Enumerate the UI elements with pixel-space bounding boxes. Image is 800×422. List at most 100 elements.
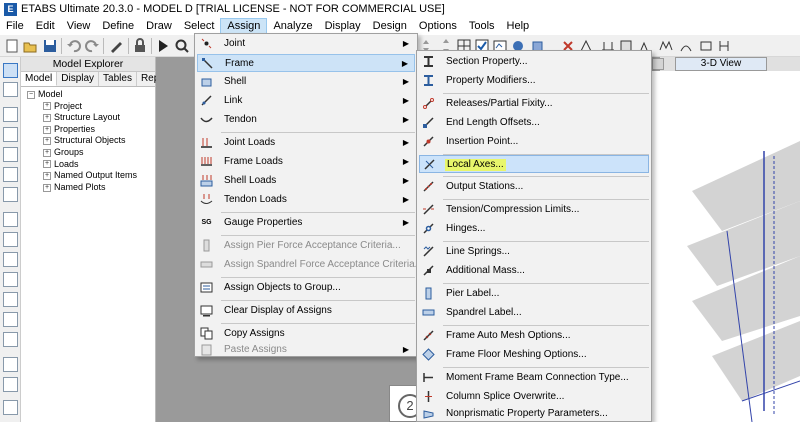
draw-brace-tool-icon[interactable] [3,167,18,182]
menu-file[interactable]: File [0,18,30,35]
menu-item-copy-assigns[interactable]: Copy Assigns [197,325,415,343]
tree-item-structural-objects[interactable]: + Structural Objects [27,135,155,147]
reshape-tool-icon[interactable] [3,82,18,97]
expand-icon[interactable]: + [43,137,51,146]
menu-item-additional-mass[interactable]: Additional Mass... [419,262,649,280]
draw-area-tool-icon[interactable] [3,252,18,267]
zoom-icon[interactable] [174,38,190,54]
menu-item-tendon[interactable]: Tendon ▶ [197,111,415,129]
view-3d-window[interactable] [652,71,800,422]
deformed-shape-icon[interactable] [678,38,694,54]
tab-3d-view[interactable]: 3-D View [675,57,767,71]
tab-model[interactable]: Model [21,72,58,86]
submenu-arrow-icon: ▶ [402,345,409,354]
menu-item-paste-assigns[interactable]: Paste Assigns ▶ [197,344,415,356]
pencil-icon[interactable] [108,38,124,54]
menu-options[interactable]: Options [413,18,463,35]
menu-item-frame-auto-mesh[interactable]: Frame Auto Mesh Options... [419,327,649,345]
menu-item-tendon-loads[interactable]: Tendon Loads ▶ [197,191,415,209]
menu-item-joint-loads[interactable]: Joint Loads ▶ [197,134,415,152]
tab-display[interactable]: Display [57,72,100,86]
tree-item-project[interactable]: + Project [27,101,155,113]
menu-item-link[interactable]: Link ▶ [197,92,415,110]
lock-icon[interactable] [132,38,148,54]
tree-item-model[interactable]: − Model [27,89,155,101]
undo-icon[interactable] [66,38,82,54]
collapse-icon[interactable]: − [27,90,35,99]
menu-item-spandrel-label[interactable]: Spandrel Label... [419,304,649,322]
menu-item-frame-floor-meshing[interactable]: Frame Floor Meshing Options... [419,346,649,364]
menu-item-local-axes[interactable]: Local Axes... [419,155,649,173]
menu-item-pier-label[interactable]: Pier Label... [419,285,649,303]
draw-beam-tool-icon[interactable] [3,127,18,142]
tree-item-structure-layout[interactable]: + Structure Layout [27,112,155,124]
menu-help[interactable]: Help [501,18,536,35]
menu-item-output-stations[interactable]: Output Stations... [419,178,649,196]
left-tool-strip [0,57,21,422]
menu-item-property-modifiers[interactable]: Property Modifiers... [419,72,649,90]
expand-icon[interactable]: + [43,183,51,192]
menu-item-spandrel-force-criteria[interactable]: Assign Spandrel Force Acceptance Criteri… [197,256,423,274]
menu-draw[interactable]: Draw [140,18,178,35]
tree-item-named-plots[interactable]: + Named Plots [27,182,155,194]
draw-wall-tool-icon[interactable] [3,212,18,227]
menu-item-column-splice[interactable]: Column Splice Overwrite... [419,388,649,406]
draw-dimension-tool-icon[interactable] [3,357,18,372]
tree-item-groups[interactable]: + Groups [27,147,155,159]
menu-item-nonprismatic[interactable]: Nonprismatic Property Parameters... [419,406,649,422]
expand-icon[interactable]: + [43,160,51,169]
draw-floor-tool-icon[interactable] [3,232,18,247]
expand-icon[interactable]: + [43,171,51,180]
tree-item-properties[interactable]: + Properties [27,124,155,136]
force-diagram-icon[interactable] [698,38,714,54]
menu-define[interactable]: Define [96,18,140,35]
draw-link-tool-icon[interactable] [3,312,18,327]
menu-item-shell[interactable]: Shell ▶ [197,73,415,91]
draw-grid-tool-icon[interactable] [3,377,18,392]
menu-item-releases[interactable]: Releases/Partial Fixity... [419,95,649,113]
menu-item-pier-force-criteria[interactable]: Assign Pier Force Acceptance Criteria... [197,237,415,255]
menu-item-insertion-point[interactable]: Insertion Point... [419,133,649,151]
menu-item-assign-to-group[interactable]: Assign Objects to Group... [197,279,415,297]
run-analysis-icon[interactable] [155,38,171,54]
draw-line-tool-icon[interactable] [3,107,18,122]
menu-item-gauge-properties[interactable]: SG Gauge Properties ▶ [197,214,415,232]
menu-item-frame-loads[interactable]: Frame Loads ▶ [197,153,415,171]
tree-item-named-output-items[interactable]: + Named Output Items [27,170,155,182]
menu-view[interactable]: View [61,18,97,35]
new-model-icon[interactable] [4,38,20,54]
menu-item-tension-compression[interactable]: Tension/Compression Limits... [419,201,649,219]
redo-icon[interactable] [84,38,100,54]
pointer-tool-icon[interactable] [3,63,18,78]
menu-item-joint[interactable]: Joint ▶ [197,35,415,53]
menu-edit[interactable]: Edit [30,18,61,35]
tree-item-loads[interactable]: + Loads [27,159,155,171]
save-icon[interactable] [42,38,58,54]
menu-item-section-property[interactable]: Section Property... [419,53,649,71]
menu-item-shell-loads[interactable]: Shell Loads ▶ [197,172,415,190]
expand-icon[interactable]: + [43,148,51,157]
open-icon[interactable] [22,38,38,54]
tab-tables[interactable]: Tables [99,72,137,86]
display-results-icon[interactable] [658,38,674,54]
menu-tools[interactable]: Tools [463,18,501,35]
pier-label-icon [425,287,432,300]
menu-item-clear-display[interactable]: Clear Display of Assigns [197,302,415,320]
draw-tendon-tool-icon[interactable] [3,332,18,347]
draw-secondary-beam-icon[interactable] [3,187,18,202]
draw-opening-tool-icon[interactable] [3,272,18,287]
submenu-arrow-icon: ▶ [402,195,409,204]
menu-item-hinges[interactable]: Hinges... [419,220,649,238]
expand-icon[interactable]: + [43,125,51,134]
menu-item-frame[interactable]: Frame ▶ [197,54,415,72]
draw-column-tool-icon[interactable] [3,147,18,162]
menu-item-beam-connection[interactable]: Moment Frame Beam Connection Type... [419,369,649,387]
expand-icon[interactable]: + [43,102,51,111]
pane-control-icon[interactable] [652,58,664,70]
expand-icon[interactable]: + [43,113,51,122]
menu-item-line-springs[interactable]: Line Springs... [419,243,649,261]
draw-slab-tool-icon[interactable] [3,292,18,307]
menu-item-end-length-offsets[interactable]: End Length Offsets... [419,114,649,132]
draw-reference-tool-icon[interactable] [3,400,18,415]
section-cut-icon[interactable] [716,38,732,54]
